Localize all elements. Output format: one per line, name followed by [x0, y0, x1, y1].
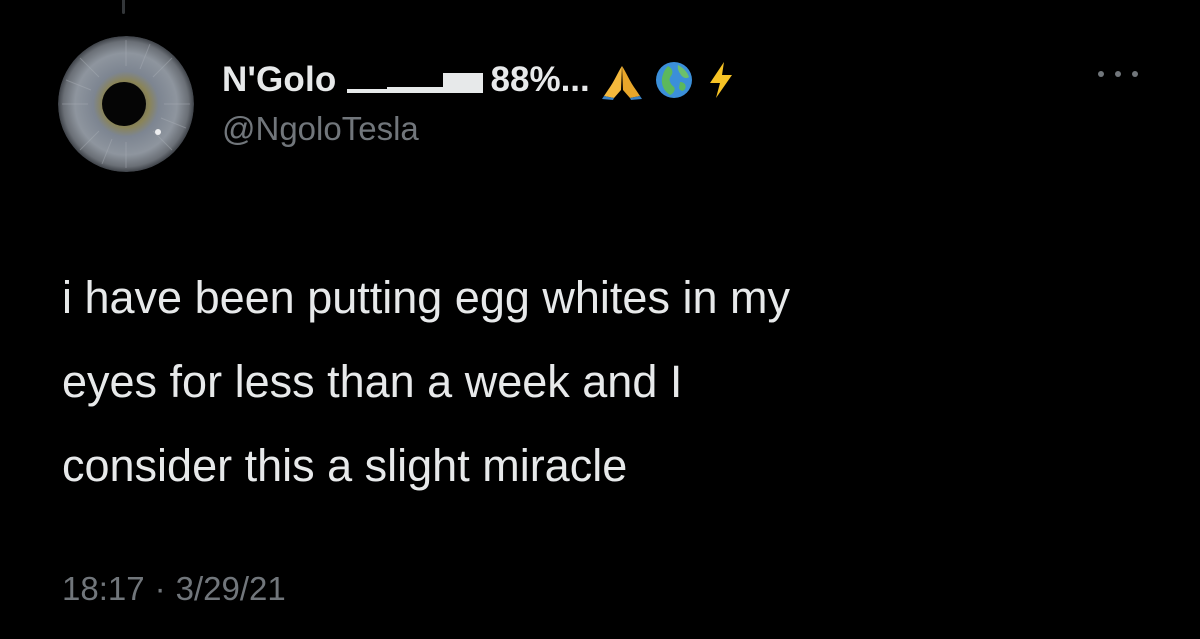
tweet-text-line: eyes for less than a week and I [62, 356, 683, 407]
dot [1098, 71, 1104, 77]
globe-icon [654, 60, 694, 100]
author-name-row: N'Golo 88%... [222, 56, 1060, 104]
thread-connector-line [122, 0, 125, 14]
high-voltage-icon [704, 60, 738, 100]
tweet-header: N'Golo 88%... @NgoloTesla [222, 56, 1060, 148]
more-options-icon[interactable] [1098, 64, 1138, 84]
timestamp-separator: · [154, 570, 166, 607]
tweet-time: 18:17 [62, 570, 145, 607]
folded-hands-icon [600, 60, 644, 100]
eye-iris-avatar-image [58, 36, 194, 172]
tweet-timestamp[interactable]: 18:17 · 3/29/21 [62, 570, 286, 608]
avatar[interactable] [58, 36, 194, 172]
dot [1132, 71, 1138, 77]
author-display-name[interactable]: N'Golo [222, 60, 337, 100]
author-handle[interactable]: @NgoloTesla [222, 110, 1060, 148]
tweet-text-line: consider this a slight miracle [62, 440, 628, 491]
battery-percent-label: 88%... [490, 60, 590, 99]
dot [1115, 71, 1121, 77]
progress-bar-glyph [345, 65, 485, 95]
tweet-text: i have been putting egg whites in my eye… [62, 256, 1142, 508]
tweet-date: 3/29/21 [175, 570, 286, 607]
tweet-text-line: i have been putting egg whites in my [62, 272, 790, 323]
